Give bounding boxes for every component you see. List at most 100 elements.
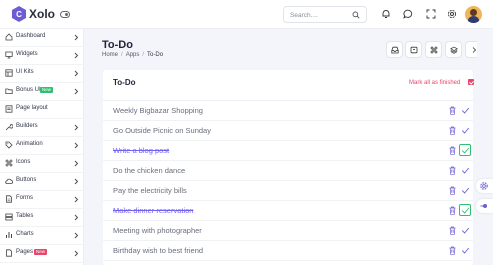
theme-toggle-icon[interactable] — [60, 11, 70, 18]
mark-all-finished-button[interactable]: Mark all as finished — [409, 80, 460, 86]
task-row: Weekly Bigbazar Shopping — [103, 101, 473, 121]
sidebar-item-dashboard[interactable]: Dashboard — [0, 29, 84, 47]
file-icon — [6, 249, 12, 257]
chevron-right-icon — [74, 196, 79, 203]
task-row: Pay the electricity bills — [103, 181, 473, 201]
task-row: Birthday wish to best friend — [103, 241, 473, 261]
sidebar-item-buttons[interactable]: Buttons — [0, 173, 84, 191]
gears-icon — [480, 182, 488, 190]
bell-icon[interactable] — [381, 9, 391, 19]
command-icon — [5, 159, 13, 167]
check-icon — [461, 107, 470, 114]
chat-icon[interactable] — [403, 9, 413, 19]
check-icon — [461, 167, 470, 174]
check-icon — [461, 187, 470, 194]
trash-icon[interactable] — [449, 126, 456, 135]
sidebar-item-label: Page layout — [16, 105, 48, 111]
sidebar-item-label: Bonus UI — [16, 87, 41, 93]
chevron-right-icon — [74, 70, 79, 77]
layers-icon — [450, 46, 458, 54]
new-badge: New — [40, 87, 54, 93]
chevron-right-icon — [74, 142, 79, 149]
task-text: Weekly Bigbazar Shopping — [113, 106, 203, 115]
search-icon[interactable] — [352, 11, 360, 19]
chevron-right-icon — [74, 178, 79, 185]
breadcrumb-current: To-Do — [147, 52, 164, 58]
task-row: Meeting with photographer — [103, 221, 473, 241]
fullscreen-icon[interactable] — [426, 9, 436, 19]
bar-chart-icon — [6, 232, 12, 238]
trash-icon[interactable] — [449, 146, 456, 155]
command-button[interactable] — [425, 41, 442, 58]
customizer-button[interactable] — [476, 179, 493, 193]
chevron-right-icon — [74, 250, 79, 257]
sidebar-item-pages[interactable]: Pages New — [0, 245, 84, 263]
sidebar-item-ui-kits[interactable]: UI Kits — [0, 65, 84, 83]
sidebar-item-label: Buttons — [16, 177, 37, 183]
settings-icon[interactable] — [447, 9, 457, 19]
complete-task-toggle[interactable] — [460, 125, 471, 136]
sidebar-item-label: Widgets — [16, 51, 38, 57]
trash-icon[interactable] — [449, 246, 456, 255]
complete-task-toggle[interactable] — [459, 144, 471, 156]
trash-icon[interactable] — [449, 226, 456, 235]
box-button[interactable] — [405, 41, 422, 58]
complete-task-toggle[interactable] — [460, 245, 471, 256]
layers-button[interactable] — [445, 41, 462, 58]
complete-task-toggle[interactable] — [459, 204, 471, 216]
chevron-right-icon — [74, 34, 79, 41]
server-icon — [5, 213, 13, 221]
sidebar-item-builders[interactable]: Builders — [0, 119, 84, 137]
sidebar-item-label: Icons — [16, 159, 31, 165]
breadcrumb-home[interactable]: Home — [102, 52, 118, 58]
sidebar-item-icons[interactable]: Icons — [0, 155, 84, 173]
sidebar-item-charts[interactable]: Charts — [0, 227, 84, 245]
search-input[interactable] — [290, 9, 348, 21]
chevron-right-icon — [74, 124, 79, 131]
breadcrumb-apps[interactable]: Apps — [126, 52, 140, 58]
sidebar-item-tables[interactable]: Tables — [0, 209, 84, 227]
trash-icon[interactable] — [449, 206, 456, 215]
box-icon — [410, 46, 418, 54]
mark-all-check-icon[interactable] — [468, 79, 474, 85]
task-text: Go Outside Picnic on Sunday — [113, 126, 211, 135]
monitor-icon — [5, 51, 13, 59]
more-button[interactable] — [465, 41, 477, 58]
task-text: Pay the electricity bills — [113, 186, 187, 195]
logo-icon: C — [12, 6, 26, 22]
sidebar: Dashboard Widgets UI Kits Bonus UI New P… — [0, 29, 84, 265]
sidebar-item-label: Charts — [16, 231, 34, 237]
breadcrumb: Home / Apps / To-Do — [102, 52, 164, 58]
complete-task-toggle[interactable] — [460, 185, 471, 196]
file-text-icon — [6, 195, 12, 203]
complete-task-toggle[interactable] — [460, 165, 471, 176]
task-row: Write a blog post — [103, 141, 473, 161]
trash-icon[interactable] — [449, 166, 456, 175]
sidebar-item-bonus-ui[interactable]: Bonus UI New — [0, 83, 84, 101]
trash-icon[interactable] — [449, 106, 456, 115]
brand-name: Xolo — [29, 7, 55, 21]
trash-icon[interactable] — [449, 186, 456, 195]
chevron-right-icon — [74, 52, 79, 59]
sidebar-item-forms[interactable]: Forms — [0, 191, 84, 209]
page-title: To-Do — [102, 39, 133, 51]
task-row: Go Outside Picnic on Sunday — [103, 121, 473, 141]
sidebar-item-label: Tables — [16, 213, 34, 219]
tag-icon — [5, 141, 13, 149]
inbox-button[interactable] — [386, 41, 403, 58]
sidebar-item-animation[interactable]: Animation — [0, 137, 84, 155]
quick-action-button[interactable] — [476, 199, 493, 213]
user-avatar[interactable] — [465, 6, 482, 23]
check-icon — [461, 247, 470, 254]
complete-task-toggle[interactable] — [460, 105, 471, 116]
check-icon — [461, 207, 470, 214]
page-layout-icon — [5, 105, 13, 113]
sidebar-item-page-layout[interactable]: Page layout — [0, 101, 84, 119]
chevron-right-icon — [74, 232, 79, 239]
sidebar-item-widgets[interactable]: Widgets — [0, 47, 84, 65]
cloud-icon — [5, 178, 13, 184]
tool-icon — [5, 124, 13, 131]
sidebar-item-label: Forms — [16, 195, 33, 201]
check-icon — [461, 127, 470, 134]
complete-task-toggle[interactable] — [460, 225, 471, 236]
